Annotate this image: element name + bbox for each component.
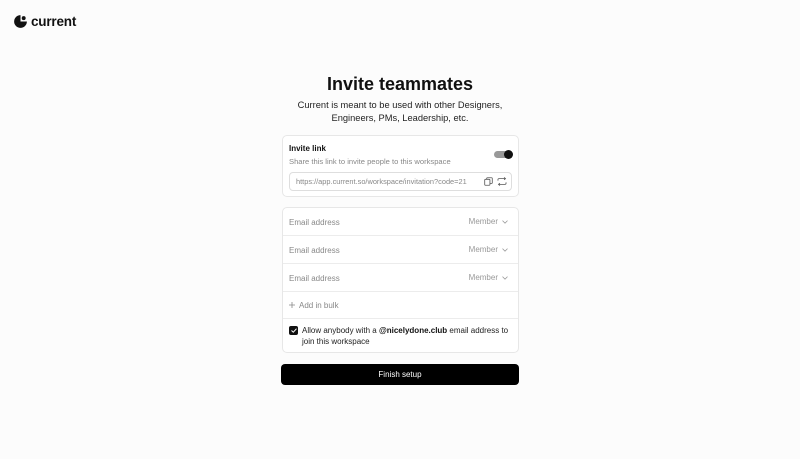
email-row: Member xyxy=(283,236,518,264)
plus-icon xyxy=(289,302,295,308)
email-input[interactable] xyxy=(289,271,439,285)
email-row: Member xyxy=(283,208,518,236)
brand-logo[interactable]: current xyxy=(13,14,76,29)
invite-link-url[interactable] xyxy=(296,173,476,190)
invite-link-description: Share this link to invite people to this… xyxy=(289,157,451,166)
role-select-value: Member xyxy=(468,245,498,254)
checkmark-icon xyxy=(290,328,297,333)
chevron-down-icon xyxy=(502,275,508,280)
invite-link-card: Invite link Share this link to invite pe… xyxy=(282,135,519,197)
role-select-value: Member xyxy=(468,273,498,282)
role-select[interactable]: Member xyxy=(469,273,508,282)
add-in-bulk-button[interactable]: Add in bulk xyxy=(283,292,518,319)
page-title: Invite teammates xyxy=(326,74,474,94)
refresh-icon[interactable] xyxy=(497,177,507,186)
add-in-bulk-label: Add in bulk xyxy=(299,301,339,310)
domain-join-text: Allow anybody with a @nicelydone.club em… xyxy=(302,325,514,347)
role-select[interactable]: Member xyxy=(469,245,508,254)
current-logo-icon xyxy=(14,15,27,28)
brand-name: current xyxy=(31,14,77,29)
invite-link-toggle[interactable] xyxy=(494,149,513,159)
domain-join-option: Allow anybody with a @nicelydone.club em… xyxy=(283,319,518,353)
email-input[interactable] xyxy=(289,243,439,257)
invite-link-field xyxy=(289,172,512,191)
domain-join-text-before: Allow anybody with a xyxy=(302,326,379,335)
role-select-value: Member xyxy=(468,217,498,226)
email-row: Member xyxy=(283,264,518,292)
page-subtitle: Current is meant to be used with other D… xyxy=(297,100,503,123)
email-invites-card: Member Member Member Add in bulk xyxy=(282,207,519,353)
toggle-knob xyxy=(504,149,513,159)
invite-link-label: Invite link xyxy=(289,144,326,153)
email-input[interactable] xyxy=(289,215,439,229)
chevron-down-icon xyxy=(502,247,508,252)
finish-setup-button[interactable]: Finish setup xyxy=(281,364,519,385)
domain-join-domain: @nicelydone.club xyxy=(378,326,448,335)
role-select[interactable]: Member xyxy=(469,217,508,226)
copy-icon[interactable] xyxy=(484,177,493,186)
domain-join-checkbox[interactable] xyxy=(289,326,298,335)
chevron-down-icon xyxy=(502,219,508,224)
